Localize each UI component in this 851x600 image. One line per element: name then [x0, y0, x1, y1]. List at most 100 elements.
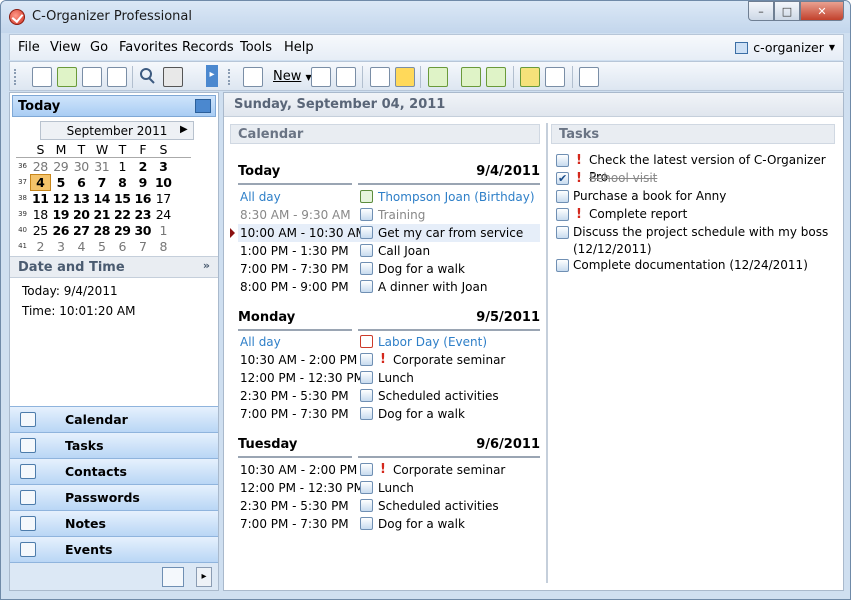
organizer-icon[interactable]	[545, 67, 565, 87]
layout-icon[interactable]	[579, 67, 599, 87]
work-week-view-icon[interactable]	[82, 67, 102, 87]
delete-icon[interactable]	[336, 67, 356, 87]
calendar-day[interactable]: 13	[71, 191, 92, 206]
calendar-day-today[interactable]: 4	[30, 173, 51, 191]
calendar-day[interactable]: 19	[51, 207, 72, 222]
calendar-day[interactable]: 3	[153, 159, 174, 174]
three-day-view-icon[interactable]	[57, 67, 77, 87]
nav-calendar[interactable]: Calendar	[10, 406, 218, 432]
event-row[interactable]: All day Thompson Joan (Birthday)	[238, 188, 540, 206]
date-time-header[interactable]: Date and Time »	[10, 256, 218, 278]
event-title[interactable]: Dog for a walk	[378, 407, 465, 421]
calendar-day[interactable]: 4	[71, 239, 92, 254]
calendar-day[interactable]: 29	[51, 159, 72, 174]
calendar-day[interactable]: 25	[30, 223, 51, 238]
properties-icon[interactable]	[370, 67, 390, 87]
calendar-day[interactable]: 22	[112, 207, 133, 222]
event-row-current[interactable]: 10:00 AM - 10:30 AM Get my car from servi…	[230, 224, 540, 242]
calendar-day[interactable]: 26	[51, 223, 72, 238]
event-title[interactable]: Dog for a walk	[378, 262, 465, 276]
event-title[interactable]: Thompson Joan (Birthday)	[378, 190, 535, 204]
calendar-day[interactable]: 9	[133, 175, 154, 190]
calendar-day[interactable]: 2	[30, 239, 51, 254]
calendar-day[interactable]: 10	[153, 175, 174, 190]
calendar-day[interactable]: 8	[112, 175, 133, 190]
event-row[interactable]: 10:30 AM - 2:00 PM! Corporate seminar	[238, 461, 540, 479]
menu-go[interactable]: Go	[90, 40, 108, 55]
calendar-day[interactable]: 27	[71, 223, 92, 238]
task-item[interactable]: ! Complete report	[556, 206, 838, 224]
event-title[interactable]: Corporate seminar	[393, 463, 505, 477]
search-icon[interactable]	[138, 67, 158, 87]
task-checkbox[interactable]	[556, 259, 569, 272]
menu-view[interactable]: View	[50, 40, 81, 55]
calendar-day[interactable]: 29	[112, 223, 133, 238]
task-checkbox[interactable]	[556, 190, 569, 203]
title-bar[interactable]: C-Organizer Professional – □ ✕	[1, 1, 850, 33]
nav-events[interactable]: Events	[10, 536, 218, 562]
calendar-day[interactable]: 30	[71, 159, 92, 174]
toolbar-grip[interactable]	[14, 69, 17, 85]
event-title[interactable]: Get my car from service	[378, 226, 523, 240]
calendar-day[interactable]: 2	[133, 159, 154, 174]
events-toggle-icon[interactable]	[486, 67, 506, 87]
tasks-toggle-icon[interactable]	[428, 67, 448, 87]
nav-notes[interactable]: Notes	[10, 510, 218, 536]
event-title[interactable]: A dinner with Joan	[378, 280, 487, 294]
calendar-day[interactable]: 16	[133, 191, 154, 206]
toolbar-grip-2[interactable]	[228, 69, 231, 85]
calendar-day[interactable]: 21	[92, 207, 113, 222]
event-row[interactable]: 7:00 PM - 7:30 PM Dog for a walk	[238, 405, 540, 423]
event-row[interactable]: All day Labor Day (Event)	[238, 333, 540, 351]
event-title[interactable]: Lunch	[378, 371, 414, 385]
event-title[interactable]: Training	[378, 208, 425, 222]
configure-nav-icon[interactable]	[162, 567, 184, 587]
nav-tasks[interactable]: Tasks	[10, 432, 218, 458]
event-row[interactable]: 2:30 PM - 5:30 PM Scheduled activities	[238, 497, 540, 515]
calendar-day[interactable]: 23	[133, 207, 154, 222]
week-view-icon[interactable]	[107, 67, 127, 87]
task-checkbox-checked[interactable]	[556, 170, 569, 187]
maximize-button[interactable]: □	[774, 1, 800, 21]
calendar-day[interactable]: 8	[153, 239, 174, 254]
event-row[interactable]: 8:30 AM - 9:30 AM Training	[238, 206, 540, 224]
calendar-day[interactable]: 15	[112, 191, 133, 206]
event-title[interactable]: Scheduled activities	[378, 389, 499, 403]
event-title[interactable]: Call Joan	[378, 244, 430, 258]
minimize-button[interactable]: –	[748, 1, 774, 21]
calendar-day[interactable]: 20	[71, 207, 92, 222]
pin-icon[interactable]	[195, 99, 211, 113]
calendar-day[interactable]: 3	[51, 239, 72, 254]
calendar-day[interactable]: 6	[71, 175, 92, 190]
calendar-day[interactable]: 1	[112, 159, 133, 174]
task-checkbox[interactable]	[556, 154, 569, 167]
calendar-day[interactable]: 7	[133, 239, 154, 254]
calendar-day[interactable]: 30	[133, 223, 154, 238]
menu-records[interactable]: Records	[182, 40, 234, 55]
calendar-day[interactable]: 5	[92, 239, 113, 254]
calendar-day[interactable]: 7	[92, 175, 113, 190]
event-row[interactable]: 2:30 PM - 5:30 PM Scheduled activities	[238, 387, 540, 405]
event-title[interactable]: Labor Day (Event)	[378, 335, 487, 349]
next-month-icon[interactable]: ▶	[180, 124, 188, 135]
note-icon[interactable]	[395, 67, 415, 87]
task-item[interactable]: Complete documentation (12/24/2011)	[556, 257, 838, 275]
new-button[interactable]: New ▼	[273, 69, 312, 84]
calendar-day[interactable]: 17	[153, 191, 174, 206]
day-view-icon[interactable]	[32, 67, 52, 87]
edit-icon[interactable]	[311, 67, 331, 87]
nav-passwords[interactable]: Passwords	[10, 484, 218, 510]
calendar-day[interactable]: 5	[51, 175, 72, 190]
chevron-right-icon[interactable]: ▸	[196, 567, 212, 587]
calendar-day[interactable]: 31	[92, 159, 113, 174]
task-item[interactable]: Purchase a book for Anny	[556, 188, 838, 206]
event-title[interactable]: Lunch	[378, 481, 414, 495]
task-item[interactable]: ! Check the latest version of C-Organizer…	[556, 152, 838, 184]
event-row[interactable]: 12:00 PM - 12:30 PM Lunch	[238, 369, 540, 387]
menu-file[interactable]: File	[18, 40, 40, 55]
calendar-day[interactable]: 28	[30, 159, 51, 174]
calendar-day[interactable]: 18	[30, 207, 51, 222]
task-item[interactable]: Discuss the project schedule with my bos…	[556, 224, 838, 258]
calendar-day[interactable]: 28	[92, 223, 113, 238]
print-icon[interactable]	[163, 67, 183, 87]
